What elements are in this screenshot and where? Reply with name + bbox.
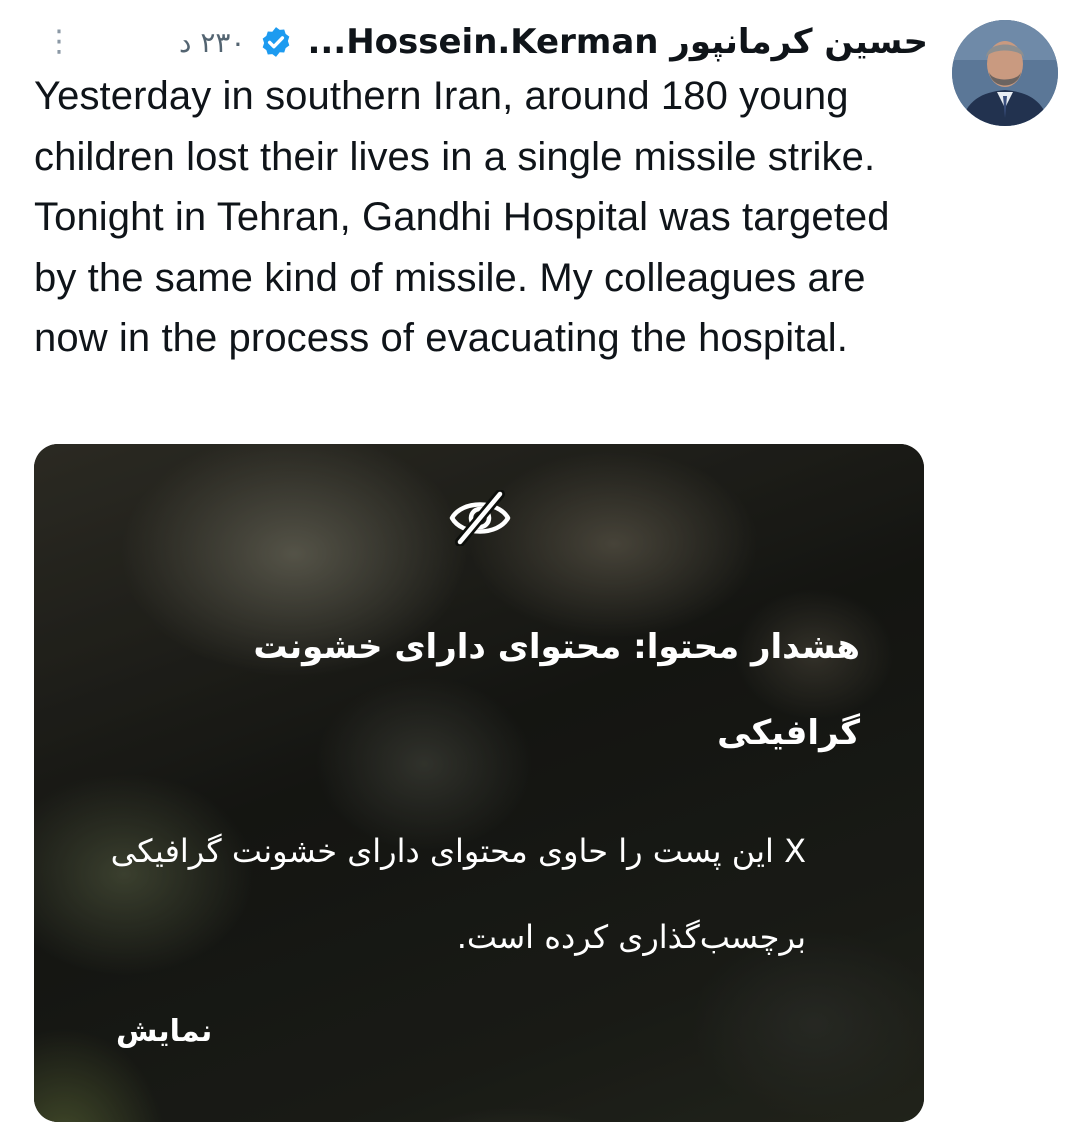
author-avatar[interactable] [952,20,1058,126]
avatar-image [952,20,1058,126]
sensitive-media-card[interactable]: هشدار محتوا: محتوای دارای خشونت گرافیکی … [34,444,924,1122]
eye-slash-icon [449,490,511,546]
show-media-button[interactable]: نمایش [116,1014,212,1049]
content-warning-description: X این پست را حاوی محتوای دارای خشونت گرا… [110,832,806,956]
verified-badge-icon [263,27,290,57]
more-options-icon[interactable]: ⋮ [40,27,78,57]
tweet-text: Yesterday in southern Iran, around 180 y… [34,74,890,360]
tweet-header: حسین کرمانپور Hossein.Kerman... ۲۳۰ د ⋮ [40,14,928,70]
content-warning-title: هشدار محتوا: محتوای دارای خشونت گرافیکی [253,627,860,753]
post-timestamp[interactable]: ۲۳۰ د [179,26,246,59]
author-name[interactable]: حسین کرمانپور Hossein.Kerman... [307,22,928,62]
